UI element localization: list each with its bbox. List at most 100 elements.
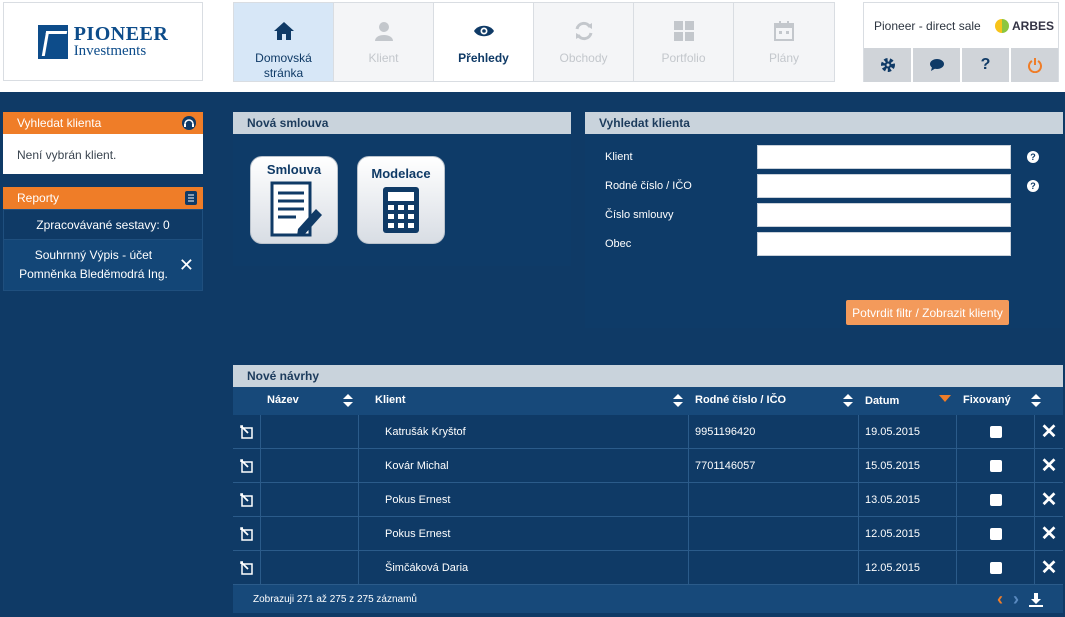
contract-number-input[interactable]	[757, 203, 1011, 227]
municipality-input[interactable]	[757, 232, 1011, 256]
table-row[interactable]: Pokus Ernest 13.05.2015 ✕	[233, 483, 1063, 517]
help-icon[interactable]: ?	[1027, 180, 1039, 192]
main-nav: Domovská stránka Klient Přehledy Obchody…	[233, 2, 835, 82]
close-icon[interactable]: ✕	[179, 251, 194, 280]
cell-client: Šimčáková Daria	[359, 551, 689, 584]
col-date-header[interactable]: Datum	[859, 395, 957, 407]
new-contract-title: Nová smlouva	[233, 112, 571, 134]
open-proposal-cell[interactable]	[233, 415, 261, 448]
arbes-label: ARBES	[1011, 18, 1054, 33]
cell-name	[261, 483, 359, 516]
field-municipality-label: Obec	[605, 238, 632, 250]
sort-desc-icon	[939, 395, 951, 402]
nav-plans[interactable]: Plány	[734, 3, 834, 81]
client-input[interactable]	[757, 145, 1011, 169]
reports-widget: Reporty Zpracovávané sestavy: 0 Souhrnný…	[3, 187, 203, 291]
client-search-widget: Vyhledat klienta Není vybrán klient.	[3, 112, 203, 174]
cell-name	[261, 449, 359, 482]
nav-portfolio[interactable]: Portfolio	[634, 3, 734, 81]
help-button[interactable]: ?	[962, 48, 1011, 82]
cell-delete: ✕	[1035, 517, 1063, 550]
prev-page-icon[interactable]: ‹	[997, 589, 1003, 610]
delete-icon[interactable]: ✕	[1041, 487, 1058, 512]
logout-button[interactable]	[1011, 48, 1058, 82]
cell-fixed	[957, 449, 1035, 482]
cell-rc	[689, 517, 859, 550]
cell-name	[261, 551, 359, 584]
table-row[interactable]: Kovár Michal 7701146057 15.05.2015 ✕	[233, 449, 1063, 483]
col-rc-header[interactable]: Rodné číslo / IČO	[689, 394, 859, 408]
table-row[interactable]: Katrušák Kryštof 9951196420 19.05.2015 ✕	[233, 415, 1063, 449]
gear-icon	[880, 58, 895, 72]
field-birth-number: Rodné číslo / IČO ?	[605, 174, 1055, 198]
col-name-header[interactable]: Název	[261, 394, 359, 408]
open-link-icon	[239, 560, 253, 575]
col-client-header[interactable]: Klient	[359, 394, 689, 408]
birth-number-input[interactable]	[757, 174, 1011, 198]
new-contract-panel: Nová smlouva Smlouva Modelace	[233, 112, 571, 266]
table-row[interactable]: Šimčáková Daria 12.05.2015 ✕	[233, 551, 1063, 585]
delete-icon[interactable]: ✕	[1041, 419, 1058, 444]
open-proposal-cell[interactable]	[233, 449, 261, 482]
delete-icon[interactable]: ✕	[1041, 555, 1058, 580]
fixed-checkbox[interactable]	[989, 459, 1002, 472]
download-icon[interactable]	[1029, 592, 1043, 607]
delete-icon[interactable]: ✕	[1041, 521, 1058, 546]
search-form-title: Vyhledat klienta	[585, 112, 1063, 134]
col-fixed-header[interactable]: Fixovaný	[957, 394, 1047, 408]
nav-client-label: Klient	[368, 51, 399, 65]
field-contract-number-label: Číslo smlouvy	[605, 209, 674, 221]
cell-fixed	[957, 483, 1035, 516]
cell-fixed	[957, 551, 1035, 584]
open-proposal-cell[interactable]	[233, 483, 261, 516]
confirm-filter-button[interactable]: Potvrdit filtr / Zobrazit klienty	[846, 300, 1009, 325]
delete-icon[interactable]: ✕	[1041, 453, 1058, 478]
contract-tile[interactable]: Smlouva	[250, 156, 338, 244]
report-doc-icon[interactable]	[185, 191, 197, 205]
fixed-checkbox[interactable]	[989, 493, 1002, 506]
open-proposal-cell[interactable]	[233, 551, 261, 584]
nav-client[interactable]: Klient	[334, 3, 434, 81]
cell-delete: ✕	[1035, 551, 1063, 584]
fixed-checkbox[interactable]	[989, 425, 1002, 438]
nav-portfolio-label: Portfolio	[661, 51, 706, 65]
help-icon[interactable]: ?	[1027, 151, 1039, 163]
power-icon	[1027, 58, 1042, 73]
table-row[interactable]: Pokus Ernest 12.05.2015 ✕	[233, 517, 1063, 551]
modeling-tile[interactable]: Modelace	[357, 156, 445, 244]
cell-delete: ✕	[1035, 449, 1063, 482]
processing-reports-count: Zpracovávané sestavy: 0	[4, 210, 202, 240]
settings-button[interactable]	[864, 48, 913, 82]
nav-trades[interactable]: Obchody	[534, 3, 634, 81]
nav-home[interactable]: Domovská stránka	[234, 3, 334, 81]
open-proposal-cell[interactable]	[233, 517, 261, 550]
refresh-icon	[572, 19, 596, 43]
table-footer: Zobrazuji 271 až 275 z 275 záznamů ‹ ›	[233, 585, 1063, 613]
reports-title: Reporty	[17, 191, 60, 205]
fixed-checkbox[interactable]	[989, 527, 1002, 540]
messages-button[interactable]	[913, 48, 962, 82]
cell-rc: 9951196420	[689, 415, 859, 448]
cell-date: 12.05.2015	[859, 551, 957, 584]
headset-icon[interactable]	[181, 115, 197, 131]
top-bar: PIONEER Investments Domovská stránka Kli…	[0, 0, 1065, 92]
report-item[interactable]: Souhrnný Výpis - účet Pomněnka Bleděmodr…	[4, 240, 202, 290]
cell-date: 15.05.2015	[859, 449, 957, 482]
nav-plans-label: Plány	[768, 51, 800, 65]
field-client: Klient ?	[605, 145, 1055, 169]
chat-icon	[929, 59, 944, 71]
cell-client: Katrušák Kryštof	[359, 415, 689, 448]
cell-date: 19.05.2015	[859, 415, 957, 448]
sort-icon	[673, 394, 683, 408]
header-right-box: Pioneer - direct sale ARBES ?	[863, 2, 1059, 82]
cell-client: Pokus Ernest	[359, 517, 689, 550]
calculator-icon	[383, 187, 419, 233]
nav-overviews[interactable]: Přehledy	[434, 3, 534, 81]
brand-line2: Investments	[73, 43, 147, 59]
pioneer-logo[interactable]: PIONEER Investments	[3, 2, 203, 81]
nav-trades-label: Obchody	[559, 51, 608, 65]
cell-name	[261, 517, 359, 550]
client-search-form: Vyhledat klienta Klient ? Rodné číslo / …	[585, 112, 1063, 328]
next-page-icon[interactable]: ›	[1013, 589, 1019, 610]
fixed-checkbox[interactable]	[989, 561, 1002, 574]
